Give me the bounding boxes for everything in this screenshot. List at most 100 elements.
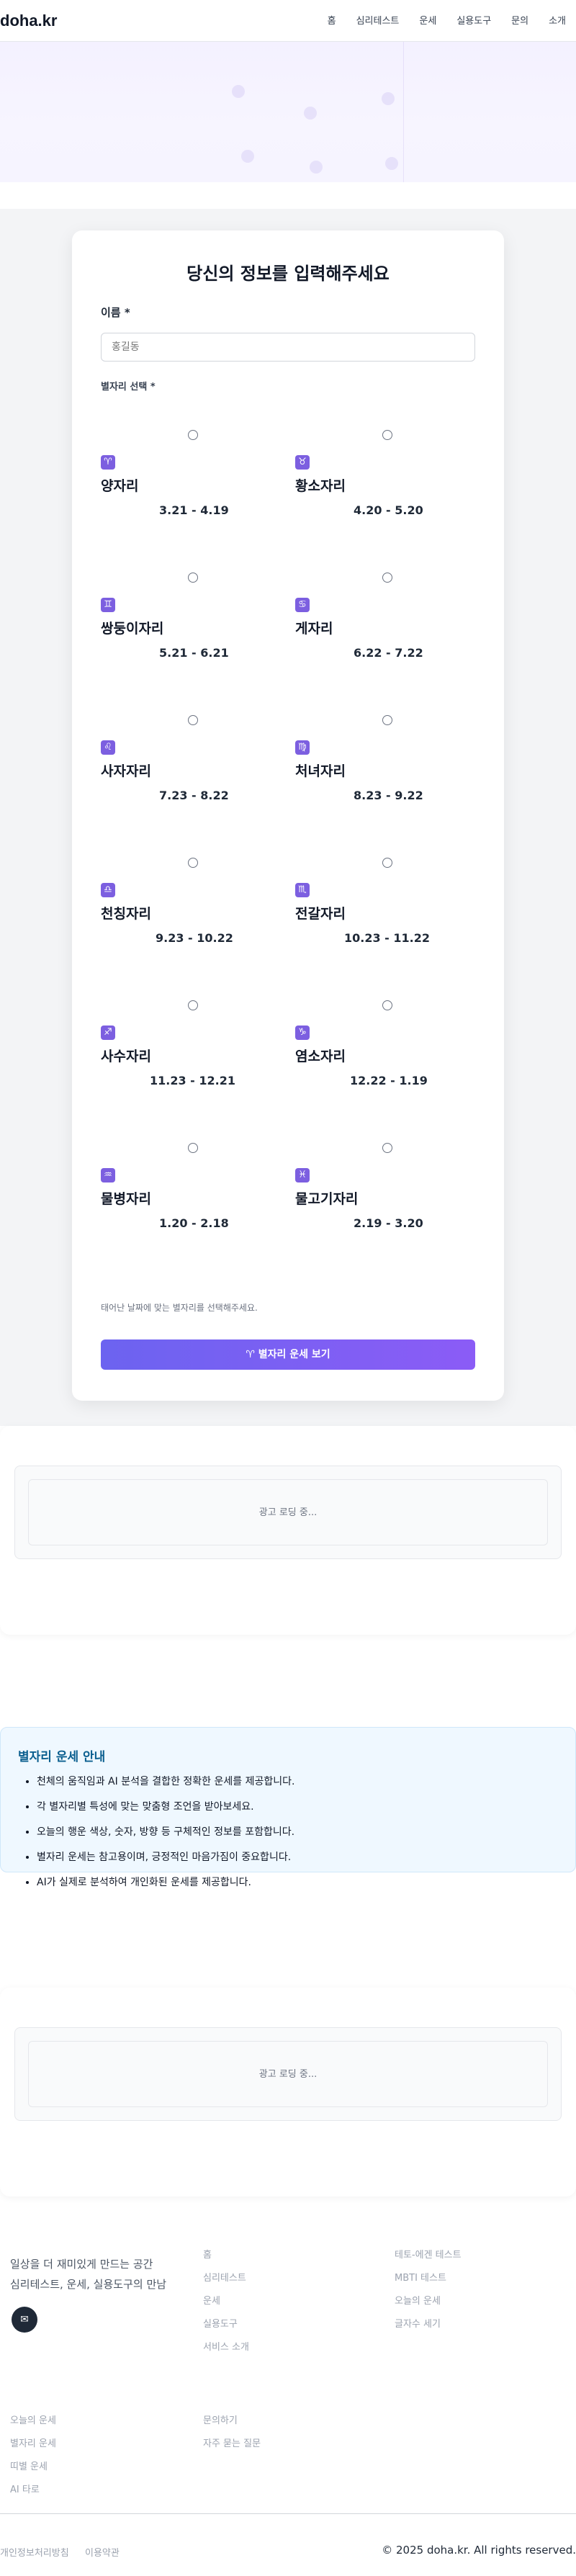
footer-link-tools[interactable]: 실용도구	[203, 2316, 238, 2330]
zodiac-radio[interactable]	[382, 715, 392, 725]
zodiac-radio[interactable]	[382, 858, 392, 868]
info-title: 별자리 운세 안내	[18, 1750, 106, 1764]
name-input[interactable]	[101, 333, 475, 362]
zodiac-option-capricorn[interactable]: ♑ 염소자리 12.22 - 1.19	[295, 1000, 482, 1116]
hero-decor-dot	[304, 107, 317, 120]
zodiac-radio[interactable]	[382, 1143, 392, 1153]
pisces-icon: ♓	[295, 1168, 310, 1182]
info-list: 천체의 움직임과 AI 분석을 결합한 정확한 운세를 제공합니다. 각 별자리…	[37, 1769, 555, 1895]
site-logo[interactable]: doha.kr	[0, 12, 57, 30]
zodiac-name: 처녀자리	[295, 763, 346, 779]
hero-decor-dot	[232, 85, 245, 98]
info-item: AI가 실제로 분석하여 개인화된 운세를 제공합니다.	[37, 1870, 555, 1895]
leo-icon: ♌	[101, 740, 115, 755]
zodiac-name: 쌍둥이자리	[101, 621, 164, 637]
zodiac-option-sagittarius[interactable]: ♐ 사수자리 11.23 - 12.21	[101, 1000, 288, 1116]
zodiac-radio[interactable]	[188, 1000, 198, 1010]
zodiac-name: 게자리	[295, 621, 333, 637]
nav-fortune[interactable]: 운세	[419, 13, 436, 27]
footer-link-contact[interactable]: 문의하기	[203, 2413, 238, 2426]
footer-link-fortune[interactable]: 운세	[203, 2293, 220, 2307]
zodiac-radio[interactable]	[188, 715, 198, 725]
email-icon[interactable]: ✉	[12, 2307, 37, 2333]
site-footer: 일상을 더 재미있게 만드는 공간 심리테스트, 운세, 실용도구의 만남 ✉ …	[0, 2225, 576, 2576]
ad-section: 광고 로딩 중...	[0, 1426, 576, 1635]
sagittarius-icon: ♐	[101, 1026, 115, 1040]
cancer-icon: ♋	[295, 598, 310, 612]
site-header: doha.kr 홈 심리테스트 운세 실용도구 문의 소개	[0, 0, 576, 42]
zodiac-name: 전갈자리	[295, 906, 346, 922]
footer-link-privacy[interactable]: 개인정보처리방침	[0, 2545, 69, 2559]
nav-psych-test[interactable]: 심리테스트	[356, 13, 400, 27]
zodiac-option-taurus[interactable]: ♉ 황소자리 4.20 - 5.20	[295, 430, 482, 545]
libra-icon: ♎	[101, 883, 115, 897]
zodiac-name: 염소자리	[295, 1049, 346, 1064]
zodiac-option-aries[interactable]: ♈ 양자리 3.21 - 4.19	[101, 430, 288, 545]
ad-loading-text: 광고 로딩 중...	[28, 2041, 548, 2107]
footer-link-faq[interactable]: 자주 묻는 질문	[203, 2436, 261, 2449]
footer-link-about[interactable]: 서비스 소개	[203, 2339, 249, 2353]
footer-link-terms[interactable]: 이용약관	[85, 2545, 120, 2559]
scorpio-icon: ♏	[295, 883, 310, 897]
footer-description-line: 심리테스트, 운세, 실용도구의 만남	[10, 2278, 167, 2291]
zodiac-option-aquarius[interactable]: ♒ 물병자리 1.20 - 2.18	[101, 1143, 288, 1258]
zodiac-radio[interactable]	[188, 1143, 198, 1153]
taurus-icon: ♉	[295, 455, 310, 470]
aries-icon: ♈	[101, 455, 115, 470]
nav-contact[interactable]: 문의	[511, 13, 528, 27]
name-label: 이름 *	[101, 306, 130, 319]
footer-divider	[0, 2513, 576, 2514]
zodiac-option-pisces[interactable]: ♓ 물고기자리 2.19 - 3.20	[295, 1143, 482, 1258]
zodiac-option-virgo[interactable]: ♍ 처녀자리 8.23 - 9.22	[295, 715, 482, 830]
zodiac-option-libra[interactable]: ♎ 천칭자리 9.23 - 10.22	[101, 858, 288, 973]
zodiac-dates: 4.20 - 5.20	[354, 503, 423, 517]
hero-decor-dot	[382, 92, 395, 105]
footer-link-psych-test[interactable]: 심리테스트	[203, 2270, 246, 2284]
zodiac-option-scorpio[interactable]: ♏ 전갈자리 10.23 - 11.22	[295, 858, 482, 973]
zodiac-radio[interactable]	[188, 430, 198, 440]
zodiac-radio[interactable]	[188, 858, 198, 868]
footer-link-mbti[interactable]: MBTI 테스트	[395, 2270, 446, 2284]
zodiac-radio[interactable]	[382, 430, 392, 440]
zodiac-info-box: 별자리 운세 안내 천체의 움직임과 AI 분석을 결합한 정확한 운세를 제공…	[0, 1727, 576, 1888]
zodiac-dates: 9.23 - 10.22	[156, 931, 233, 945]
info-item: 오늘의 행운 색상, 숫자, 방향 등 구체적인 정보를 포함합니다.	[37, 1820, 555, 1845]
footer-link-char-count[interactable]: 글자수 세기	[395, 2316, 441, 2330]
zodiac-radio[interactable]	[382, 1000, 392, 1010]
nav-tools[interactable]: 실용도구	[456, 13, 491, 27]
zodiac-dates: 7.23 - 8.22	[159, 789, 229, 802]
ad-container: 광고 로딩 중...	[14, 1466, 562, 1559]
zodiac-name: 물병자리	[101, 1191, 151, 1207]
info-item: 각 별자리별 특성에 맞는 맞춤형 조언을 받아보세요.	[37, 1795, 555, 1820]
footer-description-line: 일상을 더 재미있게 만드는 공간	[10, 2258, 153, 2271]
footer-link-ai-tarot[interactable]: AI 타로	[10, 2482, 40, 2495]
zodiac-name: 물고기자리	[295, 1191, 359, 1207]
footer-link-daily-fortune-2[interactable]: 오늘의 운세	[10, 2413, 56, 2426]
zodiac-label: 별자리 선택 *	[101, 382, 156, 392]
view-horoscope-button[interactable]: ♈ 별자리 운세 보기	[101, 1339, 475, 1370]
footer-link-animal[interactable]: 띠별 운세	[10, 2459, 48, 2472]
footer-link-daily-fortune[interactable]: 오늘의 운세	[395, 2293, 441, 2307]
zodiac-form-card: 당신의 정보를 입력해주세요 이름 * 별자리 선택 * ♈ 양자리 3.21 …	[72, 230, 504, 1401]
zodiac-radio[interactable]	[188, 573, 198, 583]
virgo-icon: ♍	[295, 740, 310, 755]
copyright-text: © 2025 doha.kr. All rights reserved.	[382, 2544, 576, 2557]
zodiac-option-gemini[interactable]: ♊ 쌍둥이자리 5.21 - 6.21	[101, 573, 288, 688]
footer-link-teto-egen[interactable]: 테토-에겐 테스트	[395, 2247, 462, 2261]
footer-link-home[interactable]: 홈	[203, 2247, 212, 2261]
zodiac-dates: 10.23 - 11.22	[344, 931, 430, 945]
form-title: 당신의 정보를 입력해주세요	[186, 264, 390, 284]
capricorn-icon: ♑	[295, 1026, 310, 1040]
zodiac-option-leo[interactable]: ♌ 사자자리 7.23 - 8.22	[101, 715, 288, 830]
hero-decor-dot	[385, 157, 398, 170]
footer-link-zodiac[interactable]: 별자리 운세	[10, 2436, 56, 2449]
zodiac-dates: 8.23 - 9.22	[354, 789, 423, 802]
hero-decor-line	[403, 42, 533, 182]
nav-home[interactable]: 홈	[328, 13, 336, 27]
zodiac-radio[interactable]	[382, 573, 392, 583]
nav-about[interactable]: 소개	[549, 13, 566, 27]
ad-container: 광고 로딩 중...	[14, 2027, 562, 2121]
zodiac-option-cancer[interactable]: ♋ 게자리 6.22 - 7.22	[295, 573, 482, 688]
zodiac-dates: 11.23 - 12.21	[150, 1074, 235, 1087]
zodiac-dates: 6.22 - 7.22	[354, 646, 423, 660]
